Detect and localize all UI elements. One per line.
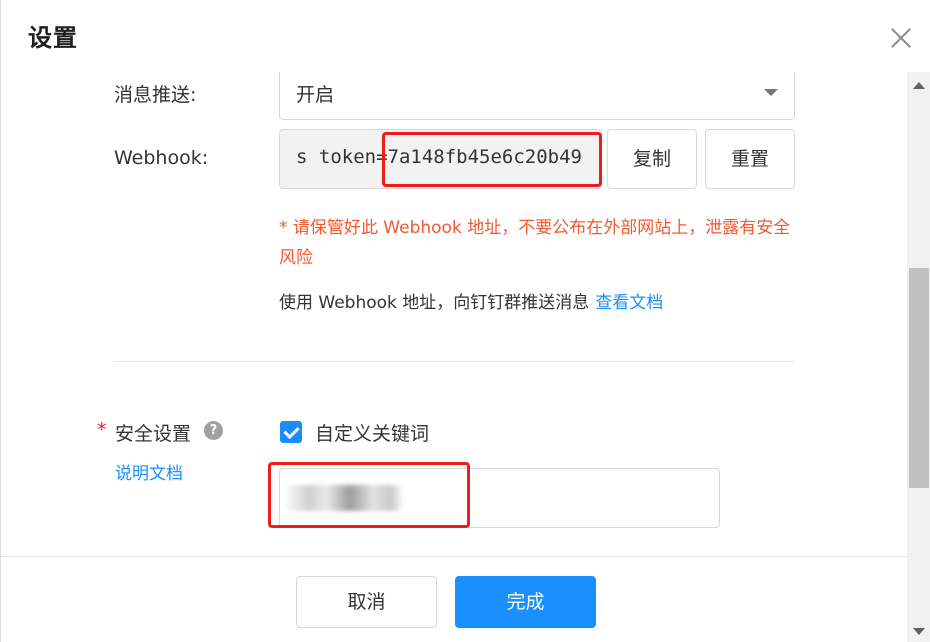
webhook-warning: * 请保管好此 Webhook 地址，不要公布在外部网站上，泄露有安全风险 <box>279 218 791 268</box>
dialog-title: 设置 <box>28 24 78 52</box>
security-settings-label: 安全设置 <box>115 423 192 445</box>
custom-keyword-checkbox[interactable] <box>280 421 302 443</box>
scrollbar-thumb[interactable] <box>909 268 929 488</box>
message-push-select[interactable]: 开启 <box>279 72 795 120</box>
required-mark: * <box>97 419 107 441</box>
dialog-body: 消息推送: 开启 Webhook: s token=7a148fb45e6c20… <box>1 72 907 556</box>
copy-button[interactable]: 复制 <box>607 129 697 189</box>
view-docs-link[interactable]: 查看文档 <box>595 293 663 313</box>
webhook-usage: 使用 Webhook 地址，向钉钉群推送消息 查看文档 <box>279 288 663 313</box>
custom-keyword-label[interactable]: 自定义关键词 <box>315 419 429 446</box>
message-push-label: 消息推送: <box>114 84 197 106</box>
vertical-scrollbar[interactable] <box>907 72 930 642</box>
reset-button[interactable]: 重置 <box>705 129 795 189</box>
scroll-up-arrow-icon[interactable] <box>913 82 925 89</box>
dialog-footer: 取消 完成 <box>1 556 907 642</box>
keyword-highlight-box <box>268 462 470 528</box>
webhook-label: Webhook: <box>114 147 209 169</box>
dialog-header: 设置 <box>1 0 930 72</box>
help-icon[interactable]: ? <box>204 421 223 440</box>
close-icon[interactable] <box>887 24 915 52</box>
message-push-value: 开启 <box>296 84 335 106</box>
section-divider <box>115 361 795 362</box>
token-highlight-box <box>382 132 602 187</box>
scroll-down-arrow-icon[interactable] <box>913 628 925 635</box>
settings-dialog: 设置 消息推送: 开启 Webhook: s token=7a148fb45e6… <box>0 0 930 642</box>
caret-down-icon <box>764 89 778 96</box>
cancel-button[interactable]: 取消 <box>296 576 437 628</box>
webhook-usage-text: 使用 Webhook 地址，向钉钉群推送消息 <box>279 293 590 313</box>
done-button[interactable]: 完成 <box>455 576 596 628</box>
explanation-docs-link[interactable]: 说明文档 <box>115 459 183 484</box>
